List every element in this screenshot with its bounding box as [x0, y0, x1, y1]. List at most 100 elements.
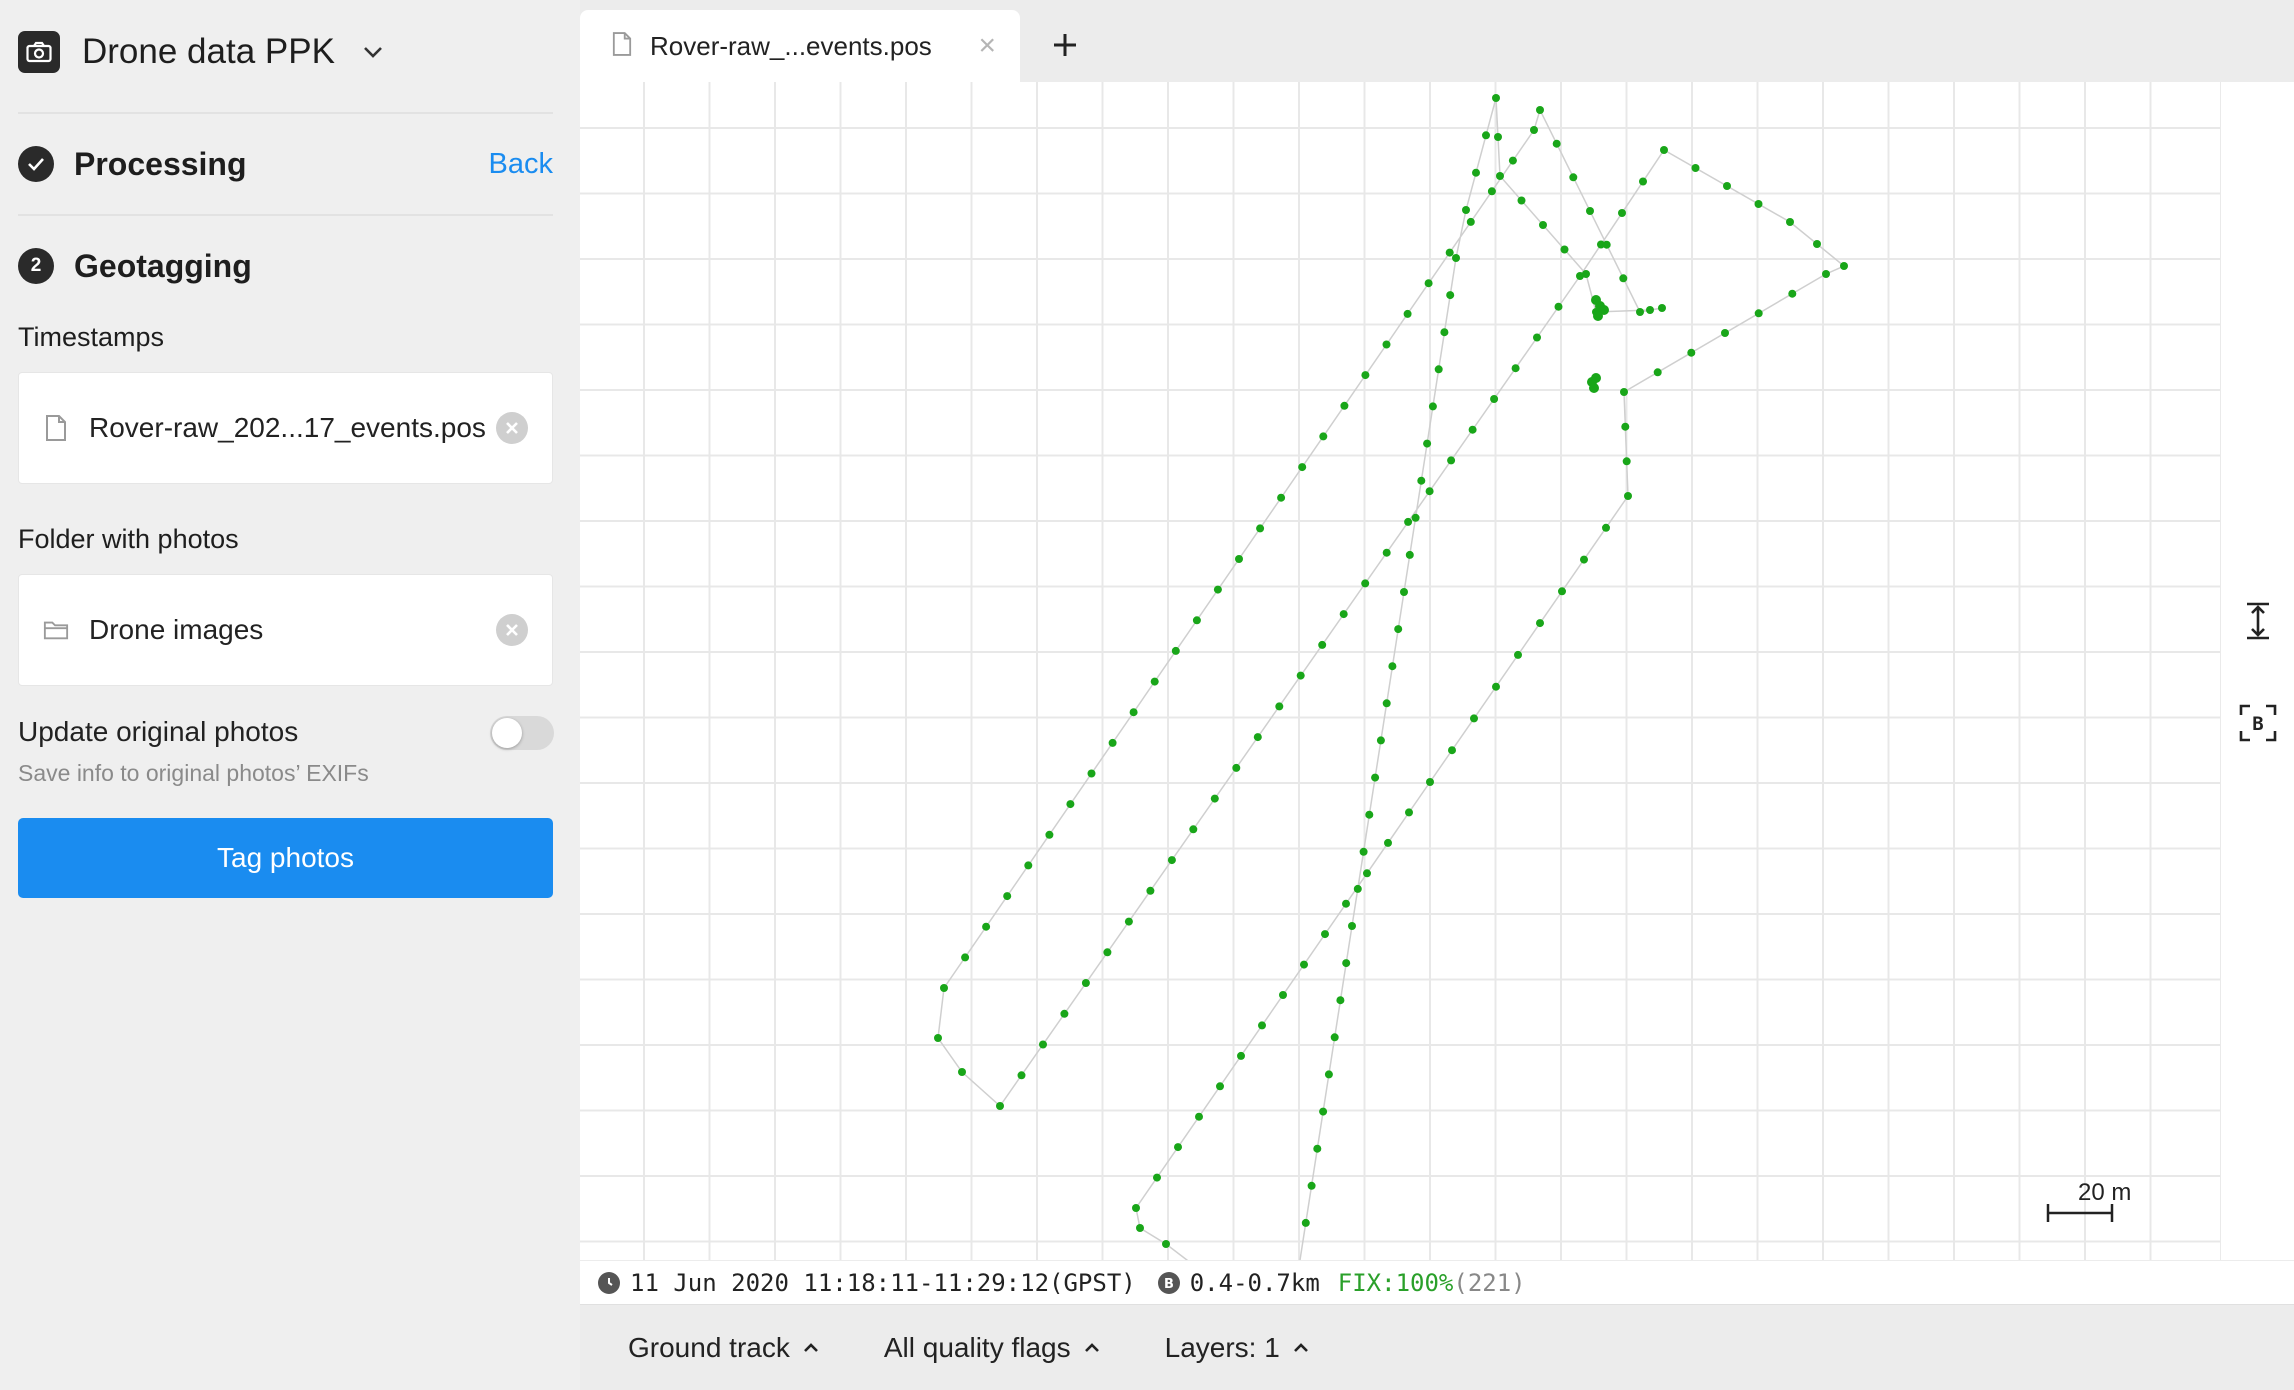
track-point	[1434, 365, 1443, 374]
track-point	[1405, 550, 1414, 559]
track-point	[1754, 309, 1763, 318]
track-point	[1171, 646, 1180, 655]
clear-folder-button[interactable]	[496, 614, 528, 646]
track-point	[1417, 476, 1426, 485]
ground-track-dropdown[interactable]: Ground track	[628, 1332, 820, 1364]
fix-count: (221)	[1453, 1268, 1526, 1297]
track-point	[1382, 699, 1391, 708]
close-icon[interactable]: ×	[978, 31, 996, 61]
track-point	[1275, 702, 1284, 711]
project-header[interactable]: Drone data PPK	[18, 20, 385, 84]
track-point	[961, 953, 970, 962]
update-photos-toggle[interactable]	[490, 716, 554, 750]
fix-percentage: FIX:100%	[1337, 1268, 1454, 1297]
track-point	[1425, 487, 1434, 496]
track-point	[1602, 240, 1611, 249]
track-point	[1103, 948, 1112, 957]
track-point	[1424, 279, 1433, 288]
layers-dropdown[interactable]: Layers: 1	[1165, 1332, 1310, 1364]
track-point	[1514, 650, 1522, 659]
track-point	[1330, 1033, 1339, 1042]
track-point	[1195, 1112, 1203, 1121]
track-point	[1452, 254, 1460, 262]
track-point	[1591, 373, 1601, 383]
track-point	[1620, 388, 1628, 396]
track-point	[1411, 513, 1420, 522]
track-point	[1336, 996, 1345, 1005]
track-point	[1496, 172, 1504, 180]
track-point	[1060, 1009, 1069, 1018]
map-grid	[580, 82, 2220, 1260]
base-station-icon[interactable]: B	[2235, 700, 2281, 746]
track-point	[1593, 311, 1603, 321]
track-point	[1232, 763, 1241, 772]
track-point	[1039, 1040, 1047, 1049]
track-point	[1621, 422, 1630, 431]
step-geotagging-title: Geotagging	[74, 247, 252, 284]
tab-rover-events[interactable]: Rover-raw_...events.pos ×	[580, 10, 1020, 82]
tag-photos-button[interactable]: Tag photos	[18, 818, 553, 898]
track-point	[1192, 616, 1201, 625]
track-point	[1136, 1224, 1144, 1232]
svg-text:B: B	[1164, 1277, 1174, 1290]
update-photos-sublabel: Save info to original photos’ EXIFs	[18, 760, 369, 786]
ground-track-line	[937, 97, 1846, 1271]
track-point	[1788, 289, 1797, 298]
track-point	[1361, 371, 1370, 380]
track-point	[1786, 218, 1794, 226]
track-point	[1150, 677, 1159, 686]
track-point	[1298, 463, 1307, 472]
track-point	[996, 1102, 1004, 1110]
track-point	[1210, 794, 1219, 803]
track-point	[1404, 517, 1413, 526]
track-point	[1511, 364, 1520, 373]
clock-icon	[598, 1271, 620, 1294]
track-point	[1213, 585, 1222, 594]
track-point	[1447, 456, 1456, 465]
track-point	[1492, 94, 1500, 102]
quality-flags-label: All quality flags	[883, 1331, 1071, 1363]
track-point	[1376, 736, 1385, 745]
fit-height-icon[interactable]	[2235, 598, 2281, 644]
track-point	[1339, 610, 1348, 619]
quality-flags-dropdown[interactable]: All quality flags	[884, 1332, 1101, 1364]
track-point	[1533, 333, 1541, 342]
track-point	[1428, 402, 1437, 411]
track-point	[1517, 196, 1526, 205]
toggle-knob	[492, 718, 522, 748]
track-point	[1660, 146, 1668, 154]
track-point	[1307, 1181, 1316, 1190]
track-point	[1602, 523, 1610, 532]
track-point	[1318, 640, 1327, 649]
track-point	[1622, 457, 1631, 466]
track-point	[1646, 306, 1654, 314]
track-point	[1423, 439, 1432, 448]
map-view[interactable]: 20 m	[580, 82, 2220, 1274]
clear-timestamps-button[interactable]	[496, 412, 528, 444]
ground-track-label: Ground track	[628, 1331, 790, 1363]
chevron-down-icon[interactable]	[361, 40, 385, 64]
add-tab-button[interactable]	[1040, 20, 1090, 70]
track-point	[940, 984, 948, 992]
track-point	[1624, 492, 1632, 500]
step-number-badge: 2	[18, 248, 54, 284]
timestamps-label: Timestamps	[18, 322, 165, 352]
photos-folder-card[interactable]: Drone images	[18, 574, 553, 686]
track-point	[958, 1068, 966, 1076]
camera-icon	[18, 31, 60, 73]
back-button[interactable]: Back	[489, 148, 553, 181]
base-icon: B	[1157, 1271, 1180, 1294]
photos-folder-name: Drone images	[89, 614, 264, 645]
timestamps-file-card[interactable]: Rover-raw_202...17_events.pos	[18, 372, 553, 484]
chevron-up-icon	[1292, 1339, 1310, 1357]
map-canvas[interactable]: 20 m	[580, 82, 2220, 1274]
track-point	[1687, 348, 1696, 357]
track-point	[1536, 106, 1544, 114]
tab-label: Rover-raw_...events.pos	[650, 30, 932, 61]
track-point	[1569, 173, 1578, 182]
project-title: Drone data PPK	[82, 32, 335, 71]
track-point	[1279, 991, 1287, 999]
track-point	[1340, 401, 1349, 410]
track-point	[1721, 329, 1729, 337]
sidebar: Drone data PPK Processing Back 2 Geotagg…	[0, 0, 580, 1390]
